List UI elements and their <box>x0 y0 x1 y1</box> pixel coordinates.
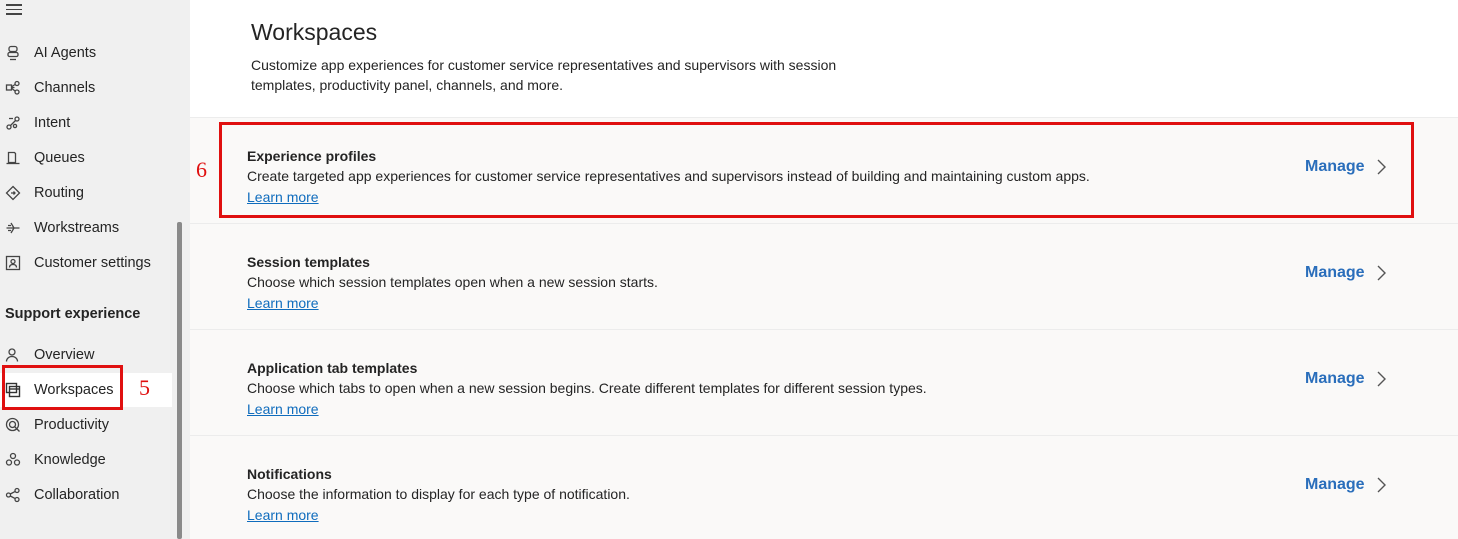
sidebar-item-collaboration[interactable]: Collaboration <box>0 478 172 512</box>
channels-icon <box>4 79 22 97</box>
overview-icon <box>4 346 22 364</box>
manage-button[interactable]: Manage <box>1305 264 1387 282</box>
card-description: Choose the information to display for ea… <box>247 486 630 502</box>
card-session-templates: Session templates Choose which session t… <box>190 223 1458 327</box>
section-title-support-experience: Support experience <box>5 306 141 322</box>
card-notifications: Notifications Choose the information to … <box>190 435 1458 539</box>
sidebar-item-intent[interactable]: Intent <box>0 106 172 140</box>
sidebar-item-knowledge[interactable]: Knowledge <box>0 443 172 477</box>
sidebar: AI Agents Channels Intent Queues Routing… <box>0 0 190 539</box>
chevron-right-icon <box>1375 264 1387 282</box>
annotation-number-5: 5 <box>139 375 150 400</box>
manage-label: Manage <box>1305 476 1365 493</box>
sidebar-item-label: Workstreams <box>34 220 120 236</box>
page-title: Workspaces <box>251 19 378 45</box>
queues-icon <box>4 149 22 167</box>
sidebar-item-ai-agents[interactable]: AI Agents <box>0 36 172 70</box>
sidebar-item-label: Collaboration <box>34 487 120 503</box>
card-title: Application tab templates <box>247 360 418 376</box>
learn-more-link[interactable]: Learn more <box>247 401 319 417</box>
main-content: Workspaces Customize app experiences for… <box>190 0 1458 539</box>
productivity-icon <box>4 416 22 434</box>
collaboration-icon <box>4 486 22 504</box>
manage-button[interactable]: Manage <box>1305 370 1387 388</box>
sidebar-item-label: Knowledge <box>34 452 106 468</box>
manage-label: Manage <box>1305 370 1365 387</box>
sidebar-item-label: Productivity <box>34 417 109 433</box>
routing-icon <box>4 184 22 202</box>
manage-button[interactable]: Manage <box>1305 476 1387 494</box>
sidebar-item-queues[interactable]: Queues <box>0 141 172 175</box>
hamburger-menu-icon[interactable] <box>6 4 22 18</box>
sidebar-item-customer-settings[interactable]: Customer settings <box>0 246 172 280</box>
sidebar-scrollbar[interactable] <box>177 222 182 539</box>
sidebar-item-label: Queues <box>34 150 85 166</box>
sidebar-item-label: Intent <box>34 115 71 131</box>
sidebar-item-label: Routing <box>34 185 84 201</box>
card-application-tab-templates: Application tab templates Choose which t… <box>190 329 1458 433</box>
page-description: Customize app experiences for customer s… <box>251 57 837 93</box>
manage-label: Manage <box>1305 264 1365 281</box>
sidebar-item-label: Overview <box>34 347 95 363</box>
sidebar-item-routing[interactable]: Routing <box>0 176 172 210</box>
customer-settings-icon <box>4 254 22 272</box>
annotation-box-5 <box>2 365 123 410</box>
card-title: Session templates <box>247 254 370 270</box>
knowledge-icon <box>4 451 22 469</box>
workstreams-icon <box>4 219 22 237</box>
card-description: Choose which session templates open when… <box>247 274 658 290</box>
page-header: Workspaces Customize app experiences for… <box>190 0 1458 117</box>
learn-more-link[interactable]: Learn more <box>247 507 319 523</box>
sidebar-item-label: Channels <box>34 80 96 96</box>
card-title: Notifications <box>247 466 332 482</box>
card-description: Choose which tabs to open when a new ses… <box>247 380 927 396</box>
agent-icon <box>4 44 22 62</box>
sidebar-item-channels[interactable]: Channels <box>0 71 172 105</box>
chevron-right-icon <box>1375 370 1387 388</box>
sidebar-item-label: Customer settings <box>34 255 151 271</box>
sidebar-item-productivity[interactable]: Productivity <box>0 408 172 442</box>
intent-icon <box>4 114 22 132</box>
annotation-number-6: 6 <box>196 157 207 182</box>
learn-more-link[interactable]: Learn more <box>247 295 319 311</box>
annotation-box-6 <box>219 122 1414 218</box>
chevron-right-icon <box>1375 476 1387 494</box>
sidebar-item-label: AI Agents <box>34 45 97 61</box>
sidebar-item-workstreams[interactable]: Workstreams <box>0 211 172 245</box>
